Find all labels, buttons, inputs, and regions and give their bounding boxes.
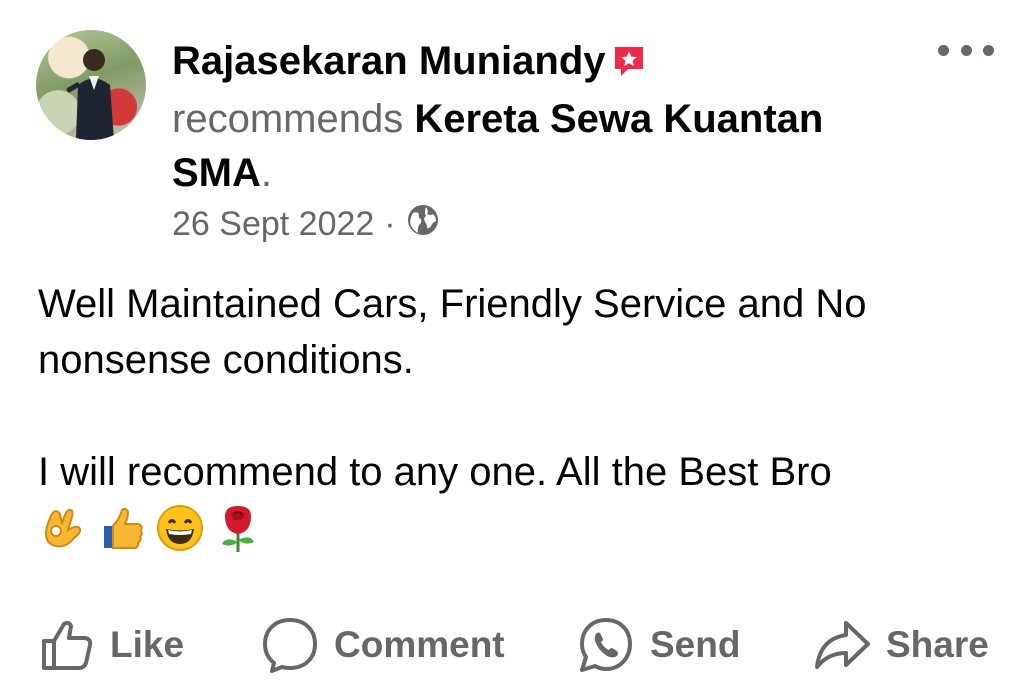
header-period: . [260,151,273,195]
post-date[interactable]: 26 Sept 2022 [172,205,374,244]
emoji-row [38,502,264,554]
whatsapp-icon [580,618,632,672]
more-options-button[interactable] [938,38,994,62]
send-button[interactable]: Send [576,612,740,678]
grinning-face-emoji-icon [157,505,203,551]
thumbs-up-icon [42,620,93,670]
post-actions-bar: Like Comment Send Share [0,612,1024,678]
rose-emoji-icon [222,506,254,552]
dot-icon [938,44,949,56]
recommendation-star-icon [612,38,646,92]
comment-label: Comment [334,624,505,665]
ok-hand-emoji-icon [44,508,82,548]
post-header: Rajasekaran Muniandy recommends Kereta S… [172,34,912,200]
dot-icon [960,44,972,56]
share-label: Share [886,624,989,665]
globe-icon[interactable] [406,203,440,246]
action-text: recommends [172,97,404,141]
post-meta: 26 Sept 2022 · [172,203,440,246]
comment-bubble-icon [263,618,317,673]
post-paragraph: I will recommend to any one. All the Bes… [38,450,832,494]
author-avatar[interactable] [36,30,146,140]
post-paragraph: Well Maintained Cars, Friendly Service a… [38,282,867,382]
thumbs-up-emoji-icon [104,507,143,549]
comment-button[interactable]: Comment [260,612,505,678]
like-button[interactable]: Like [38,612,184,678]
author-name[interactable]: Rajasekaran Muniandy [172,39,606,83]
share-arrow-icon [815,621,870,669]
share-button[interactable]: Share [812,612,989,678]
like-label: Like [110,624,185,665]
meta-separator: · [384,205,396,243]
dot-icon [983,44,994,56]
avatar-person-silhouette [66,49,114,140]
post-body: Well Maintained Cars, Friendly Service a… [38,276,998,500]
send-label: Send [650,624,741,665]
